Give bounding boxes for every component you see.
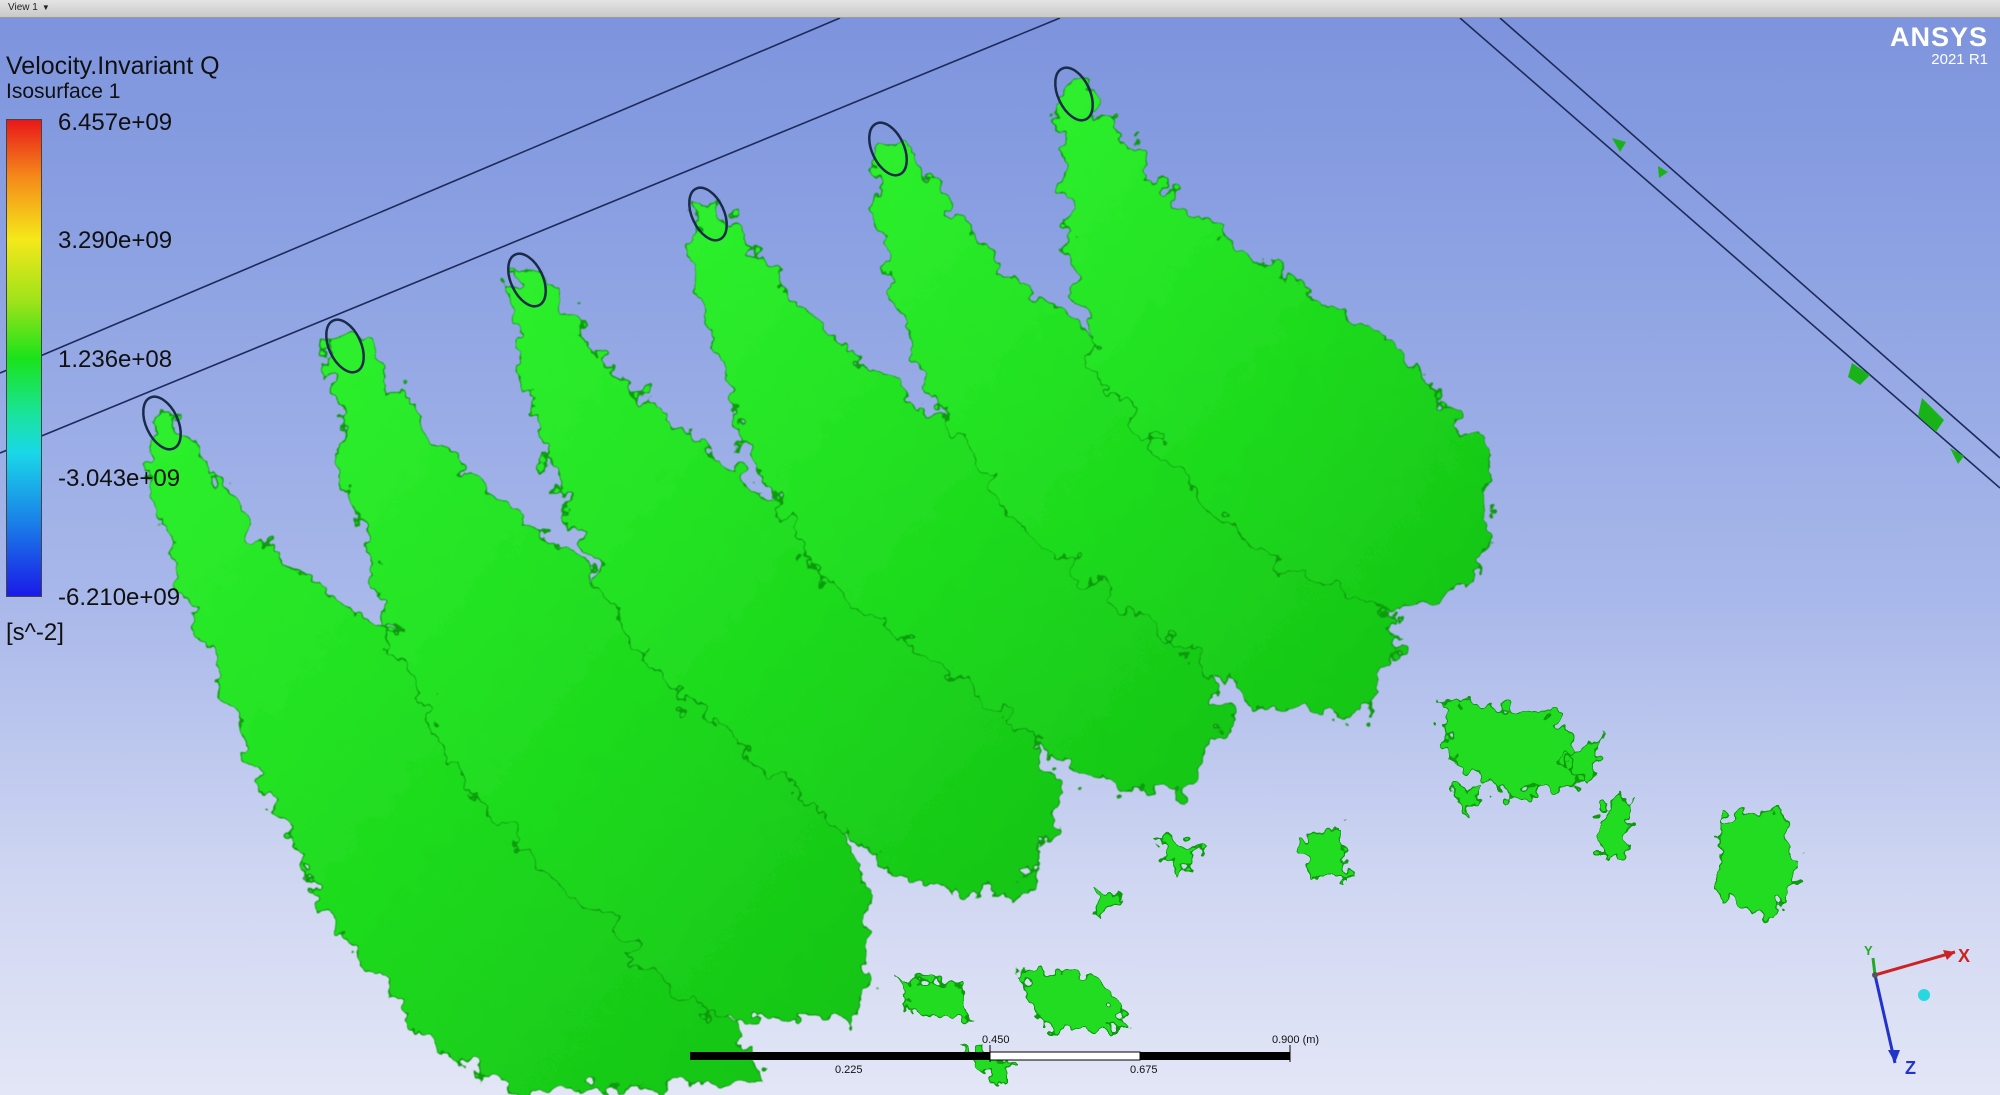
legend-subtitle: Isosurface 1: [6, 80, 121, 103]
view-selector-dropdown[interactable]: View 1 ▼: [4, 1, 54, 15]
legend-units: [s^-2]: [6, 619, 64, 646]
legend-tick-3: 1.236e+08: [58, 346, 173, 373]
logo-version: 2021 R1: [1931, 51, 1988, 68]
axis-triad[interactable]: X Y Z: [1855, 940, 1995, 1090]
y-axis-label: Y: [1864, 943, 1873, 958]
x-axis-label: X: [1958, 946, 1971, 966]
legend-tick-2: 3.290e+09: [58, 227, 173, 254]
legend-tick-min: -6.210e+09: [58, 584, 181, 611]
chevron-down-icon: ▼: [41, 3, 50, 12]
legend-colorbar: [6, 119, 42, 597]
cfd-post-viewer: View 1 ▼ Velocity.Invariant Q Isosurface…: [0, 0, 2000, 1095]
3d-viewport[interactable]: [0, 18, 2000, 1095]
scale-label-end: 0.900 (m): [1272, 1034, 1320, 1046]
ansys-logo: ANSYS 2021 R1: [1890, 22, 1988, 68]
scale-bar-graphic: [690, 1045, 1291, 1062]
scale-label-q3: 0.675: [1130, 1064, 1158, 1076]
scale-label-q1: 0.225: [835, 1064, 863, 1076]
logo-name: ANSYS: [1889, 22, 1988, 52]
q-criterion-isosurface: [142, 66, 1802, 1095]
legend-title: Velocity.Invariant Q: [6, 52, 220, 80]
edge-fragments: [1612, 138, 1964, 464]
scale-label-mid: 0.450: [982, 1034, 1010, 1046]
color-legend[interactable]: Velocity.Invariant Q Isosurface 1 6.457e…: [6, 52, 266, 652]
legend-tick-max: 6.457e+09: [58, 109, 173, 136]
viewer-toolbar: View 1 ▼: [0, 0, 2000, 18]
legend-tick-4: -3.043e+09: [58, 465, 181, 492]
triad-graphic: [1871, 950, 1956, 1064]
z-axis-label: Z: [1905, 1058, 1916, 1078]
scale-bar: 0.450 0.900 (m) 0.225 0.675: [690, 1017, 1319, 1077]
view-selector-label: View 1: [8, 2, 38, 13]
